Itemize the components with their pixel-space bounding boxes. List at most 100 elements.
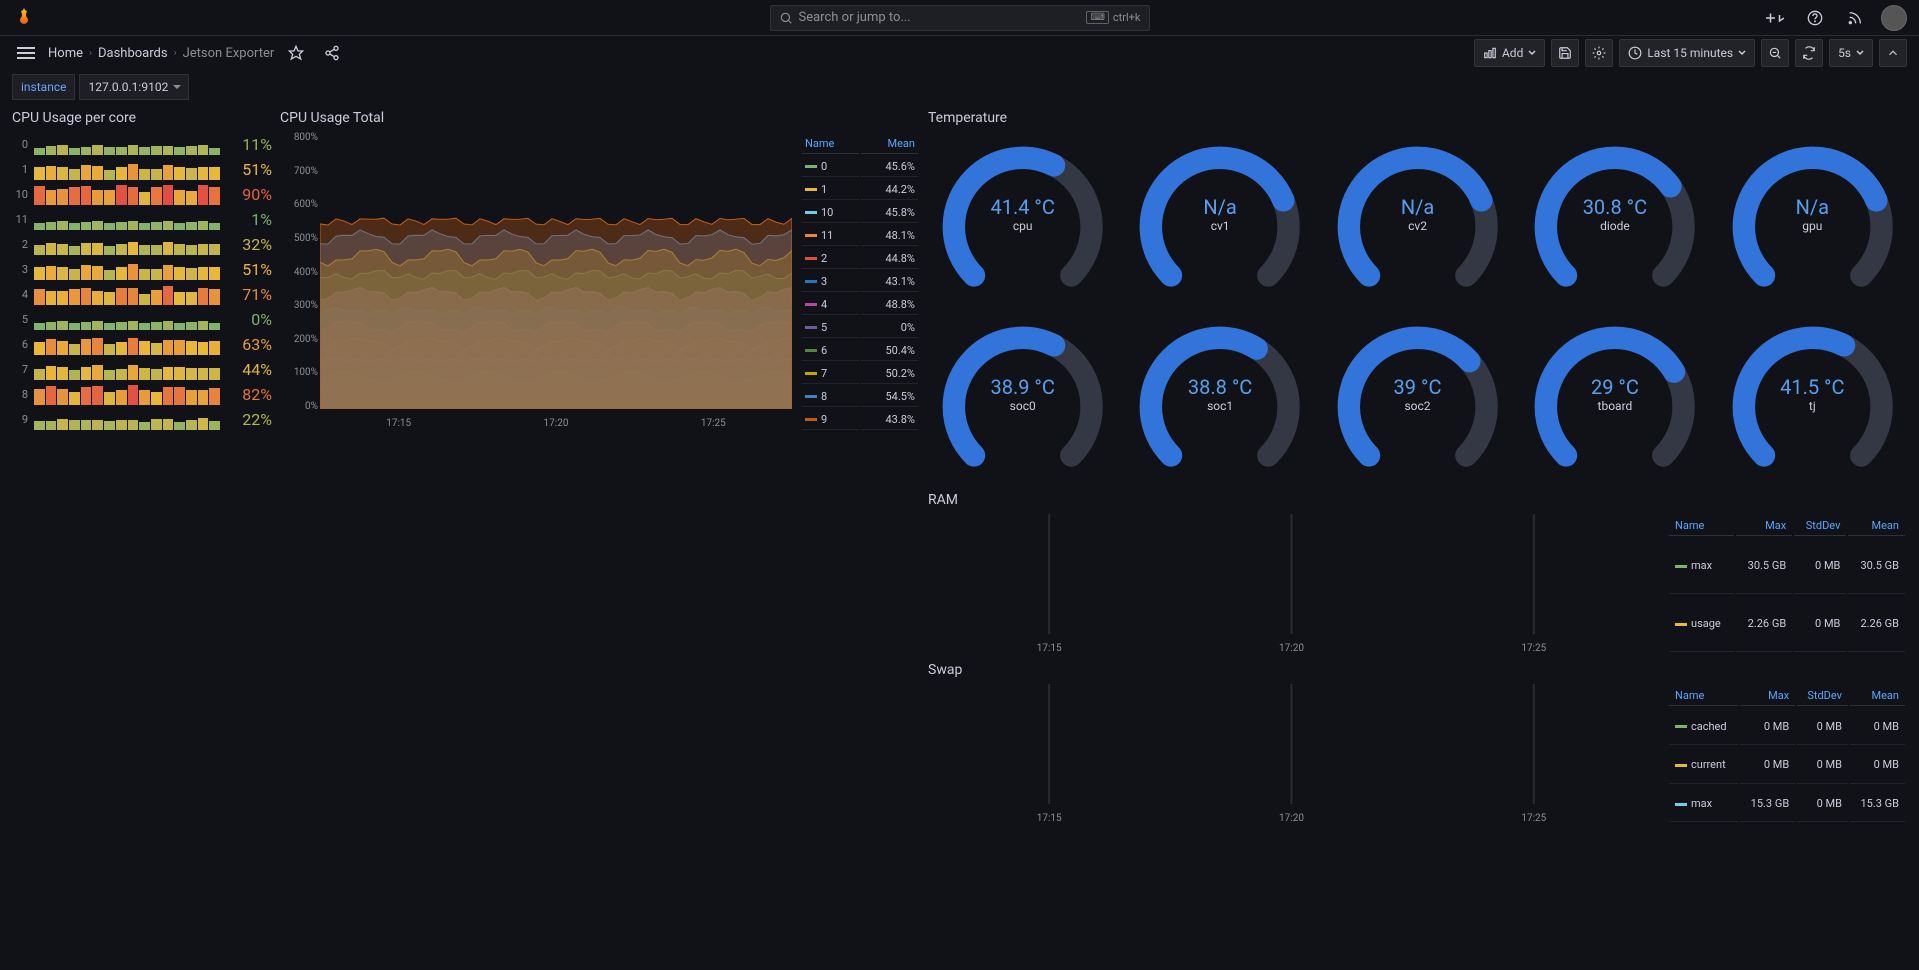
core-label: 7 xyxy=(12,363,28,376)
search-shortcut: ctrl+k xyxy=(1113,11,1141,24)
legend-row[interactable]: 1045.8% xyxy=(802,202,918,223)
panel-title-temperature[interactable]: Temperature xyxy=(928,110,1907,126)
save-button[interactable] xyxy=(1551,39,1579,67)
news-icon[interactable] xyxy=(1841,4,1869,32)
grafana-logo[interactable] xyxy=(12,6,36,30)
ram-header-max[interactable]: Max xyxy=(1736,516,1793,536)
ram-header-name[interactable]: Name xyxy=(1669,516,1734,536)
refresh-icon[interactable] xyxy=(1795,39,1823,67)
ram-header-stddev[interactable]: StdDev xyxy=(1794,516,1846,536)
search-input[interactable]: Search or jump to... ⌨ ctrl+k xyxy=(770,5,1150,31)
gauge-label: gpu xyxy=(1802,219,1822,233)
chevron-down-icon xyxy=(1738,49,1746,57)
core-bars xyxy=(34,335,220,355)
gauge-label: soc1 xyxy=(1207,399,1233,413)
chevron-right-icon: › xyxy=(174,48,177,59)
time-range-picker[interactable]: Last 15 minutes xyxy=(1619,39,1755,67)
core-row: 50% xyxy=(12,307,272,332)
collapse-icon[interactable] xyxy=(1879,39,1907,67)
legend-row[interactable]: 144.2% xyxy=(802,179,918,200)
legend-row[interactable]: 045.6% xyxy=(802,156,918,177)
share-icon[interactable] xyxy=(318,39,346,67)
y-tick: 300% xyxy=(278,300,318,311)
core-label: 3 xyxy=(12,263,28,276)
table-row[interactable]: usage2.26 GB0 MB2.26 GB xyxy=(1669,596,1905,652)
legend-row[interactable]: 1148.1% xyxy=(802,225,918,246)
panel-title-ram[interactable]: RAM xyxy=(928,492,1907,508)
panel-title-cpu-total[interactable]: CPU Usage Total xyxy=(280,110,920,126)
gauge-label: soc0 xyxy=(1010,399,1036,413)
x-tick: 17:20 xyxy=(544,418,569,432)
swap-header-stddev[interactable]: StdDev xyxy=(1797,686,1848,706)
x-tick: 17:25 xyxy=(1521,643,1546,654)
core-bars xyxy=(34,285,220,305)
swap-header-max[interactable]: Max xyxy=(1740,686,1795,706)
gauge-value: 39 °C xyxy=(1394,375,1442,399)
legend-row[interactable]: 650.4% xyxy=(802,340,918,361)
variable-value-dropdown[interactable]: 127.0.0.1:9102 xyxy=(79,74,189,100)
help-icon[interactable] xyxy=(1801,4,1829,32)
y-tick: 800% xyxy=(278,132,318,143)
core-row: 111% xyxy=(12,207,272,232)
core-pct: 51% xyxy=(226,160,272,179)
panel-title-cpu-per-core[interactable]: CPU Usage per core xyxy=(12,110,272,126)
gauge-label: soc2 xyxy=(1404,399,1430,413)
legend-row[interactable]: 448.8% xyxy=(802,294,918,315)
core-row: 351% xyxy=(12,257,272,282)
breadcrumb-dashboards[interactable]: Dashboards xyxy=(98,46,168,61)
gauge-value: 38.9 °C xyxy=(990,375,1054,399)
core-row: 151% xyxy=(12,157,272,182)
legend-row[interactable]: 943.8% xyxy=(802,409,918,430)
gauge-soc2: 39 °Csoc2 xyxy=(1323,312,1512,484)
breadcrumb-home[interactable]: Home xyxy=(48,46,83,61)
core-row: 882% xyxy=(12,382,272,407)
core-label: 9 xyxy=(12,413,28,426)
x-tick: 17:25 xyxy=(1521,813,1546,824)
add-button[interactable]: Add xyxy=(1474,39,1545,67)
legend-header-mean[interactable]: Mean xyxy=(861,134,918,154)
gauge-value: 41.4 °C xyxy=(990,195,1054,219)
panel-title-swap[interactable]: Swap xyxy=(928,662,1907,678)
swap-header-mean[interactable]: Mean xyxy=(1850,686,1905,706)
table-row[interactable]: cached0 MB0 MB0 MB xyxy=(1669,708,1905,745)
core-row: 7 44% xyxy=(12,357,272,382)
y-tick: 700% xyxy=(278,166,318,177)
chevron-down-icon xyxy=(1528,49,1536,57)
legend-row[interactable]: 854.5% xyxy=(802,386,918,407)
gauge-label: tboard xyxy=(1598,399,1633,413)
star-icon[interactable] xyxy=(282,39,310,67)
x-tick: 17:25 xyxy=(701,418,726,432)
gauge-label: diode xyxy=(1600,219,1630,233)
table-row[interactable]: max15.3 GB0 MB15.3 GB xyxy=(1669,786,1905,823)
refresh-interval-picker[interactable]: 5s xyxy=(1829,39,1873,67)
x-tick: 17:15 xyxy=(386,418,411,432)
legend-row[interactable]: 244.8% xyxy=(802,248,918,269)
core-pct: 0% xyxy=(226,310,272,329)
table-row[interactable]: current0 MB0 MB0 MB xyxy=(1669,747,1905,784)
gauge-label: tj xyxy=(1809,399,1816,413)
ram-header-mean[interactable]: Mean xyxy=(1848,516,1905,536)
y-tick: 600% xyxy=(278,199,318,210)
settings-icon[interactable] xyxy=(1585,39,1613,67)
zoom-out-icon[interactable] xyxy=(1761,39,1789,67)
legend-row[interactable]: 343.1% xyxy=(802,271,918,292)
swap-header-name[interactable]: Name xyxy=(1669,686,1738,706)
gauge-value: 30.8 °C xyxy=(1583,195,1647,219)
core-pct: 22% xyxy=(226,410,272,429)
gauge-label: cv1 xyxy=(1211,219,1230,233)
avatar[interactable] xyxy=(1881,5,1907,31)
legend-row[interactable]: 50% xyxy=(802,317,918,338)
create-button[interactable] xyxy=(1761,4,1789,32)
gauge-cpu: 41.4 °Ccpu xyxy=(928,132,1117,304)
core-pct: 44% xyxy=(226,360,272,379)
core-pct: 82% xyxy=(226,385,272,404)
core-row: 011% xyxy=(12,132,272,157)
dock-menu-icon[interactable] xyxy=(12,39,40,67)
table-row[interactable]: max30.5 GB0 MB30.5 GB xyxy=(1669,538,1905,594)
core-row: 9 22% xyxy=(12,407,272,432)
gauge-gpu: N/agpu xyxy=(1718,132,1907,304)
variable-label: instance xyxy=(12,74,75,100)
legend-header-name[interactable]: Name xyxy=(802,134,859,154)
legend-row[interactable]: 750.2% xyxy=(802,363,918,384)
core-label: 2 xyxy=(12,238,28,251)
